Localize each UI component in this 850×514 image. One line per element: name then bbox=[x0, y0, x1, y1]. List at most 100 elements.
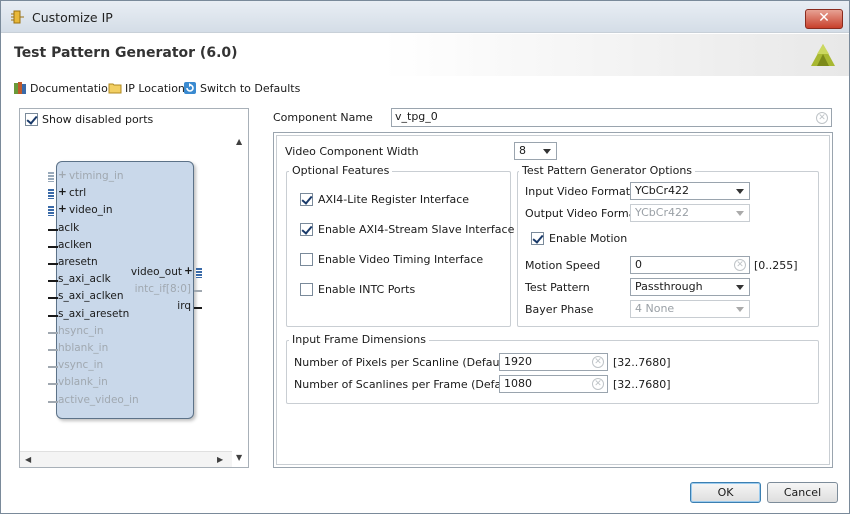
axi4-stream-slave-option[interactable]: Enable AXI4-Stream Slave Interface bbox=[300, 223, 514, 236]
port-label-vtiming-in: vtiming_in bbox=[69, 170, 124, 182]
intc-ports-option[interactable]: Enable INTC Ports bbox=[300, 283, 415, 296]
port-pin bbox=[48, 366, 58, 369]
port-label-video-out: video_out bbox=[130, 266, 182, 278]
port-label-intc-if-8-0-: intc_if[8:0] bbox=[134, 283, 191, 296]
expand-plus-icon[interactable]: + bbox=[58, 203, 67, 215]
clear-icon[interactable]: ✕ bbox=[592, 378, 604, 390]
clear-icon[interactable]: ✕ bbox=[592, 356, 604, 368]
bayer-phase-value: 4 None bbox=[635, 302, 675, 315]
documentation-icon bbox=[14, 82, 26, 94]
clear-icon[interactable]: ✕ bbox=[816, 112, 828, 124]
cancel-button[interactable]: Cancel bbox=[767, 482, 838, 503]
scanlines-per-frame-range: [32..7680] bbox=[613, 378, 671, 391]
scanlines-per-frame-value: 1080 bbox=[504, 377, 532, 390]
scanlines-per-frame-input[interactable]: 1080 ✕ bbox=[499, 375, 608, 393]
port-pin bbox=[48, 228, 58, 231]
pixels-per-scanline-input[interactable]: 1920 ✕ bbox=[499, 353, 608, 371]
port-label-video-in: video_in bbox=[69, 204, 113, 217]
documentation-link[interactable]: Documentation bbox=[13, 79, 115, 97]
axi4-stream-slave-label: Enable AXI4-Stream Slave Interface bbox=[318, 223, 515, 236]
title-bar: Customize IP ✕ bbox=[1, 1, 849, 33]
video-timing-option[interactable]: Enable Video Timing Interface bbox=[300, 253, 483, 266]
window-title: Customize IP bbox=[32, 10, 113, 25]
bayer-phase-dropdown: 4 None bbox=[630, 300, 750, 318]
port-label-s-axi-aclken: s_axi_aclken bbox=[58, 290, 124, 303]
chevron-down-icon bbox=[736, 307, 744, 312]
component-name-value: v_tpg_0 bbox=[395, 110, 438, 123]
enable-motion-checkbox[interactable] bbox=[531, 232, 544, 245]
component-name-label: Component Name bbox=[273, 111, 373, 124]
ok-button[interactable]: OK bbox=[690, 482, 761, 503]
intc-ports-checkbox[interactable] bbox=[300, 283, 313, 296]
expand-plus-icon[interactable]: + bbox=[58, 169, 67, 181]
scroll-up-arrow-icon[interactable]: ▲ bbox=[236, 137, 242, 146]
show-disabled-ports-checkbox[interactable] bbox=[25, 113, 38, 126]
input-frame-dimensions-group bbox=[286, 340, 819, 404]
bus-interface-marker-icon bbox=[48, 189, 54, 200]
input-video-format-dropdown[interactable]: YCbCr422 bbox=[630, 182, 750, 200]
video-timing-label: Enable Video Timing Interface bbox=[318, 253, 484, 266]
port-pin bbox=[194, 290, 202, 293]
vertical-scrollbar[interactable]: ▲ ▼ bbox=[232, 133, 248, 462]
bus-interface-marker-icon bbox=[48, 206, 54, 217]
scroll-down-arrow-icon[interactable]: ▼ bbox=[236, 453, 242, 462]
expand-plus-icon[interactable]: + bbox=[58, 186, 67, 198]
port-pin bbox=[48, 297, 58, 300]
port-label-vblank-in: vblank_in bbox=[58, 376, 108, 389]
motion-speed-range: [0..255] bbox=[754, 259, 798, 272]
pixels-per-scanline-label: Number of Pixels per Scanline (Default) bbox=[294, 356, 512, 369]
axi4-lite-checkbox[interactable] bbox=[300, 193, 313, 206]
pixels-per-scanline-value: 1920 bbox=[504, 355, 532, 368]
horizontal-scrollbar[interactable]: ◀ ▶ bbox=[20, 451, 232, 467]
port-label-aclken: aclken bbox=[58, 238, 92, 251]
ip-location-link[interactable]: IP Location bbox=[108, 79, 185, 97]
axi4-lite-option[interactable]: AXI4-Lite Register Interface bbox=[300, 193, 469, 206]
video-component-width-dropdown[interactable]: 8 bbox=[514, 142, 557, 160]
scroll-right-arrow-icon[interactable]: ▶ bbox=[217, 455, 223, 464]
optional-features-title: Optional Features bbox=[289, 164, 393, 177]
documentation-label: Documentation bbox=[30, 81, 115, 95]
port-label-s-axi-aresetn: s_axi_aresetn bbox=[58, 307, 130, 320]
chevron-down-icon bbox=[736, 211, 744, 216]
scroll-left-arrow-icon[interactable]: ◀ bbox=[25, 455, 31, 464]
port-pin bbox=[48, 245, 58, 248]
switch-to-defaults-link[interactable]: Switch to Defaults bbox=[183, 79, 300, 97]
port-label-s-axi-aclk: s_axi_aclk bbox=[58, 273, 111, 286]
port-pin bbox=[48, 349, 58, 351]
component-name-input[interactable]: v_tpg_0 ✕ bbox=[391, 108, 832, 127]
port-label-hsync-in: hsync_in bbox=[58, 324, 104, 337]
port-label-ctrl: ctrl bbox=[69, 187, 87, 200]
port-label-vsync-in: vsync_in bbox=[58, 359, 104, 372]
port-pin bbox=[48, 314, 58, 317]
output-video-format-label: Output Video Format bbox=[525, 207, 640, 220]
test-pattern-dropdown[interactable]: Passthrough bbox=[630, 278, 750, 296]
xilinx-logo-icon bbox=[811, 44, 835, 66]
output-video-format-value: YCbCr422 bbox=[635, 206, 689, 219]
input-video-format-label: Input Video Format bbox=[525, 185, 631, 198]
port-label-aresetn: aresetn bbox=[58, 256, 98, 268]
port-pin bbox=[48, 383, 58, 386]
bayer-phase-label: Bayer Phase bbox=[525, 303, 594, 316]
port-pin bbox=[194, 307, 202, 310]
test-pattern-value: Passthrough bbox=[635, 280, 703, 293]
close-button[interactable]: ✕ bbox=[805, 9, 843, 29]
axi4-stream-slave-checkbox[interactable] bbox=[300, 223, 313, 236]
ip-symbol-diagram: + vtiming_in + ctrl + video_in aclk aclken arese… bbox=[20, 133, 230, 448]
motion-speed-value: 0 bbox=[635, 258, 642, 271]
motion-speed-input[interactable]: 0 ✕ bbox=[630, 256, 750, 274]
port-pin bbox=[48, 280, 58, 283]
input-frame-dimensions-title: Input Frame Dimensions bbox=[289, 333, 429, 346]
video-component-width-label: Video Component Width bbox=[285, 145, 419, 158]
port-pin bbox=[48, 400, 58, 403]
video-component-width-value: 8 bbox=[519, 144, 526, 157]
bus-interface-marker-icon bbox=[48, 172, 54, 182]
expand-plus-icon[interactable]: + bbox=[184, 265, 193, 277]
intc-ports-label: Enable INTC Ports bbox=[318, 283, 416, 296]
video-timing-checkbox[interactable] bbox=[300, 253, 313, 266]
enable-motion-option[interactable]: Enable Motion bbox=[531, 232, 627, 245]
folder-icon bbox=[108, 83, 122, 94]
pixels-per-scanline-range: [32..7680] bbox=[613, 356, 671, 369]
clear-icon[interactable]: ✕ bbox=[734, 259, 746, 271]
port-label-aclk: aclk bbox=[58, 221, 80, 234]
show-disabled-ports-toggle[interactable]: Show disabled ports bbox=[25, 113, 153, 126]
